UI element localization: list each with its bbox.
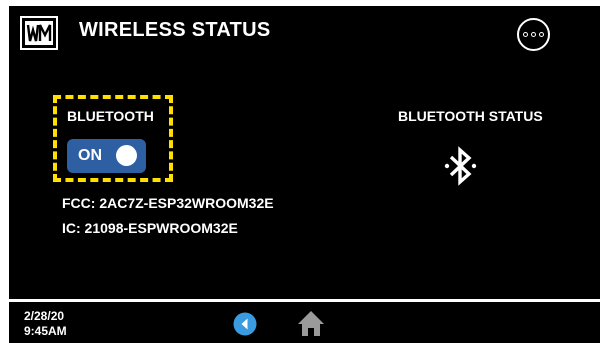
footer-divider	[9, 299, 600, 302]
bluetooth-toggle[interactable]: ON	[67, 139, 146, 173]
status-time: 9:45AM	[24, 324, 67, 338]
bluetooth-toggle-state: ON	[78, 147, 102, 164]
wm-logo-icon	[20, 16, 58, 50]
bluetooth-icon	[444, 146, 477, 186]
page-title: WIRELESS STATUS	[79, 19, 271, 41]
device-screen: WIRELESS STATUS BLUETOOTH ON FCC: 2AC7Z-…	[9, 6, 600, 343]
home-icon[interactable]	[297, 309, 325, 337]
fcc-id: FCC: 2AC7Z-ESP32WROOM32E	[62, 195, 274, 211]
back-icon[interactable]	[233, 312, 257, 336]
bluetooth-status-label: BLUETOOTH STATUS	[398, 108, 543, 124]
status-date: 2/28/20	[24, 309, 65, 323]
more-options-icon	[539, 32, 544, 37]
ic-id: IC: 21098-ESPWROOM32E	[62, 220, 238, 236]
more-options-icon	[531, 32, 536, 37]
bluetooth-label: BLUETOOTH	[67, 108, 154, 124]
more-options-button[interactable]	[517, 18, 550, 51]
toggle-knob	[116, 145, 137, 166]
more-options-icon	[523, 32, 528, 37]
